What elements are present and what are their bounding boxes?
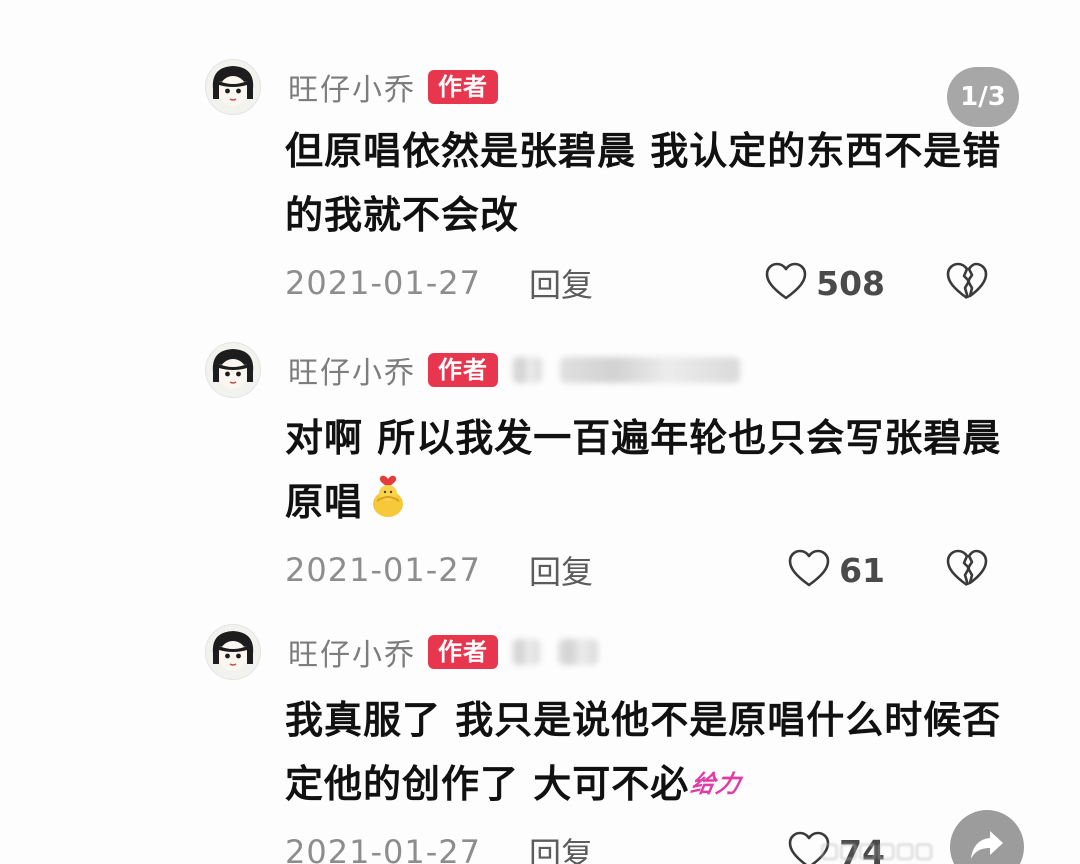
avatar[interactable] bbox=[205, 624, 261, 680]
like-button[interactable]: 61 bbox=[787, 548, 885, 592]
share-icon bbox=[968, 828, 1006, 864]
reply-button[interactable]: 回复 bbox=[529, 260, 593, 306]
reply-target-blurred bbox=[558, 639, 598, 665]
reply-target-blurred bbox=[512, 639, 540, 665]
comment-screen: 1/3 旺仔小乔 作者 但原唱依然是张碧晨 我认定的东西不是错的我就不会改 20… bbox=[0, 0, 1080, 864]
comment-text: 对啊 所以我发一百遍年轮也只会写张碧晨原唱 bbox=[285, 406, 1005, 538]
hug-emoji-icon bbox=[367, 471, 409, 538]
sticker-label: 给力 bbox=[688, 770, 744, 798]
reply-button[interactable]: 回复 bbox=[529, 547, 593, 593]
reply-target-blurred bbox=[512, 357, 542, 383]
like-button[interactable]: 508 bbox=[764, 261, 885, 305]
comment-header: 旺仔小乔 作者 bbox=[205, 340, 740, 400]
comment-text: 我真服了 我只是说他不是原唱什么时候否定他的创作了 大可不必给力 bbox=[285, 688, 1005, 816]
like-count: 508 bbox=[816, 263, 885, 303]
username[interactable]: 旺仔小乔 bbox=[288, 348, 416, 392]
comment-header: 旺仔小乔 作者 bbox=[205, 57, 498, 117]
comment-date: 2021-01-27 bbox=[285, 264, 481, 302]
watermark-blurred: ▢▢▢▢▢▢ bbox=[820, 838, 934, 862]
like-count: 61 bbox=[839, 550, 885, 590]
avatar[interactable] bbox=[205, 59, 261, 115]
author-badge: 作者 bbox=[428, 70, 498, 104]
comment-meta: 2021-01-27 回复 61 bbox=[285, 548, 1005, 592]
username[interactable]: 旺仔小乔 bbox=[288, 630, 416, 674]
broken-heart-icon[interactable] bbox=[945, 261, 989, 305]
heart-outline-icon bbox=[764, 261, 808, 305]
reply-button[interactable]: 回复 bbox=[529, 829, 593, 864]
comment-date: 2021-01-27 bbox=[285, 551, 481, 589]
broken-heart-icon[interactable] bbox=[945, 548, 989, 592]
comment-text: 但原唱依然是张碧晨 我认定的东西不是错的我就不会改 bbox=[285, 129, 1002, 237]
comment-header: 旺仔小乔 作者 bbox=[205, 622, 598, 682]
comment-item: 旺仔小乔 作者 但原唱依然是张碧晨 我认定的东西不是错的我就不会改 2021-0… bbox=[205, 57, 1005, 307]
reply-target-blurred bbox=[560, 357, 740, 383]
username[interactable]: 旺仔小乔 bbox=[288, 65, 416, 109]
avatar[interactable] bbox=[205, 342, 261, 398]
comment-meta: 2021-01-27 回复 508 bbox=[285, 261, 1005, 305]
heart-outline-icon bbox=[787, 548, 831, 592]
comment-item: 旺仔小乔 作者 我真服了 我只是说他不是原唱什么时候否定他的创作了 大可不必给力… bbox=[205, 622, 1005, 864]
comment-item: 旺仔小乔 作者 对啊 所以我发一百遍年轮也只会写张碧晨原唱 2021-01-27… bbox=[205, 340, 1005, 600]
comment-date: 2021-01-27 bbox=[285, 833, 481, 864]
author-badge: 作者 bbox=[428, 353, 498, 387]
author-badge: 作者 bbox=[428, 635, 498, 669]
